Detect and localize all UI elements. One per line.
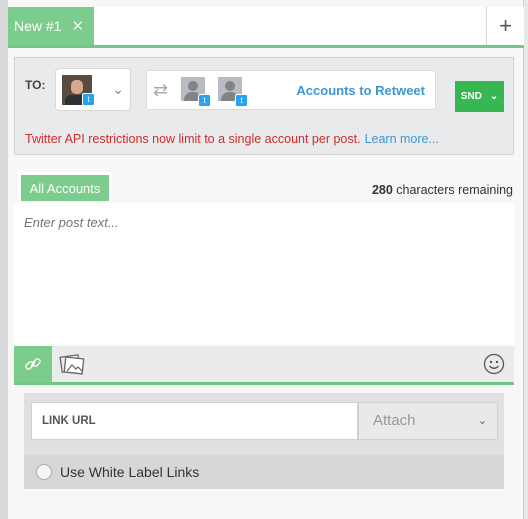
tab-new-1[interactable]: New #1 ✕ [8,7,94,45]
character-counter: 280 characters remaining [372,183,513,197]
link-attach-button[interactable] [14,346,52,382]
chevron-down-icon: ⌄ [477,415,487,427]
link-icon [25,358,41,370]
chars-remaining-label: characters remaining [396,183,513,197]
image-icon [59,354,85,375]
accounts-to-retweet-link[interactable]: Accounts to Retweet [296,83,425,98]
account-selector[interactable]: t ⌄ [55,68,131,111]
recipients-box: TO: t ⌄ ⇄ t t Accounts to Retweet SND ⌄ [14,57,514,155]
twitter-icon: t [82,93,95,106]
to-label: TO: [25,78,46,92]
twitter-icon: t [198,94,211,107]
send-label: SND [460,91,482,102]
attach-label: Attach [373,412,416,429]
retweet-icon: ⇄ [153,80,169,100]
white-label-option: Use White Label Links [24,455,504,489]
api-note-text: Twitter API restrictions now limit to a … [25,132,361,146]
link-panel: LINK URL Attach ⌄ Use White Label Links [24,393,504,489]
attachment-toolbar [14,346,514,385]
close-icon[interactable]: ✕ [71,17,84,35]
api-restriction-note: Twitter API restrictions now limit to a … [25,132,439,146]
learn-more-link[interactable]: Learn more... [365,132,439,146]
post-text-input[interactable] [14,203,514,345]
link-url-input[interactable]: LINK URL [31,402,358,440]
emoji-button[interactable] [482,352,506,376]
chars-remaining-value: 280 [371,183,393,197]
photo-attach-button[interactable] [58,352,86,376]
retweet-accounts[interactable]: ⇄ t t Accounts to Retweet [146,70,436,110]
send-button[interactable]: SND ⌄ [455,81,504,112]
white-label-text: Use White Label Links [60,464,200,480]
twitter-icon: t [235,94,248,107]
chevron-down-icon: ⌄ [112,81,124,97]
white-label-radio[interactable] [36,464,52,480]
tab-bar: New #1 ✕ + [8,7,524,48]
all-accounts-tab[interactable]: All Accounts [18,172,112,201]
smiley-icon [483,353,505,375]
add-tab-button[interactable]: + [486,7,524,45]
attach-dropdown[interactable]: Attach ⌄ [358,402,498,440]
tab-label: New #1 [14,18,62,34]
compose-panel: New #1 ✕ + TO: t ⌄ ⇄ t t Accounts to Ret… [8,0,524,519]
chevron-down-icon: ⌄ [489,91,499,102]
